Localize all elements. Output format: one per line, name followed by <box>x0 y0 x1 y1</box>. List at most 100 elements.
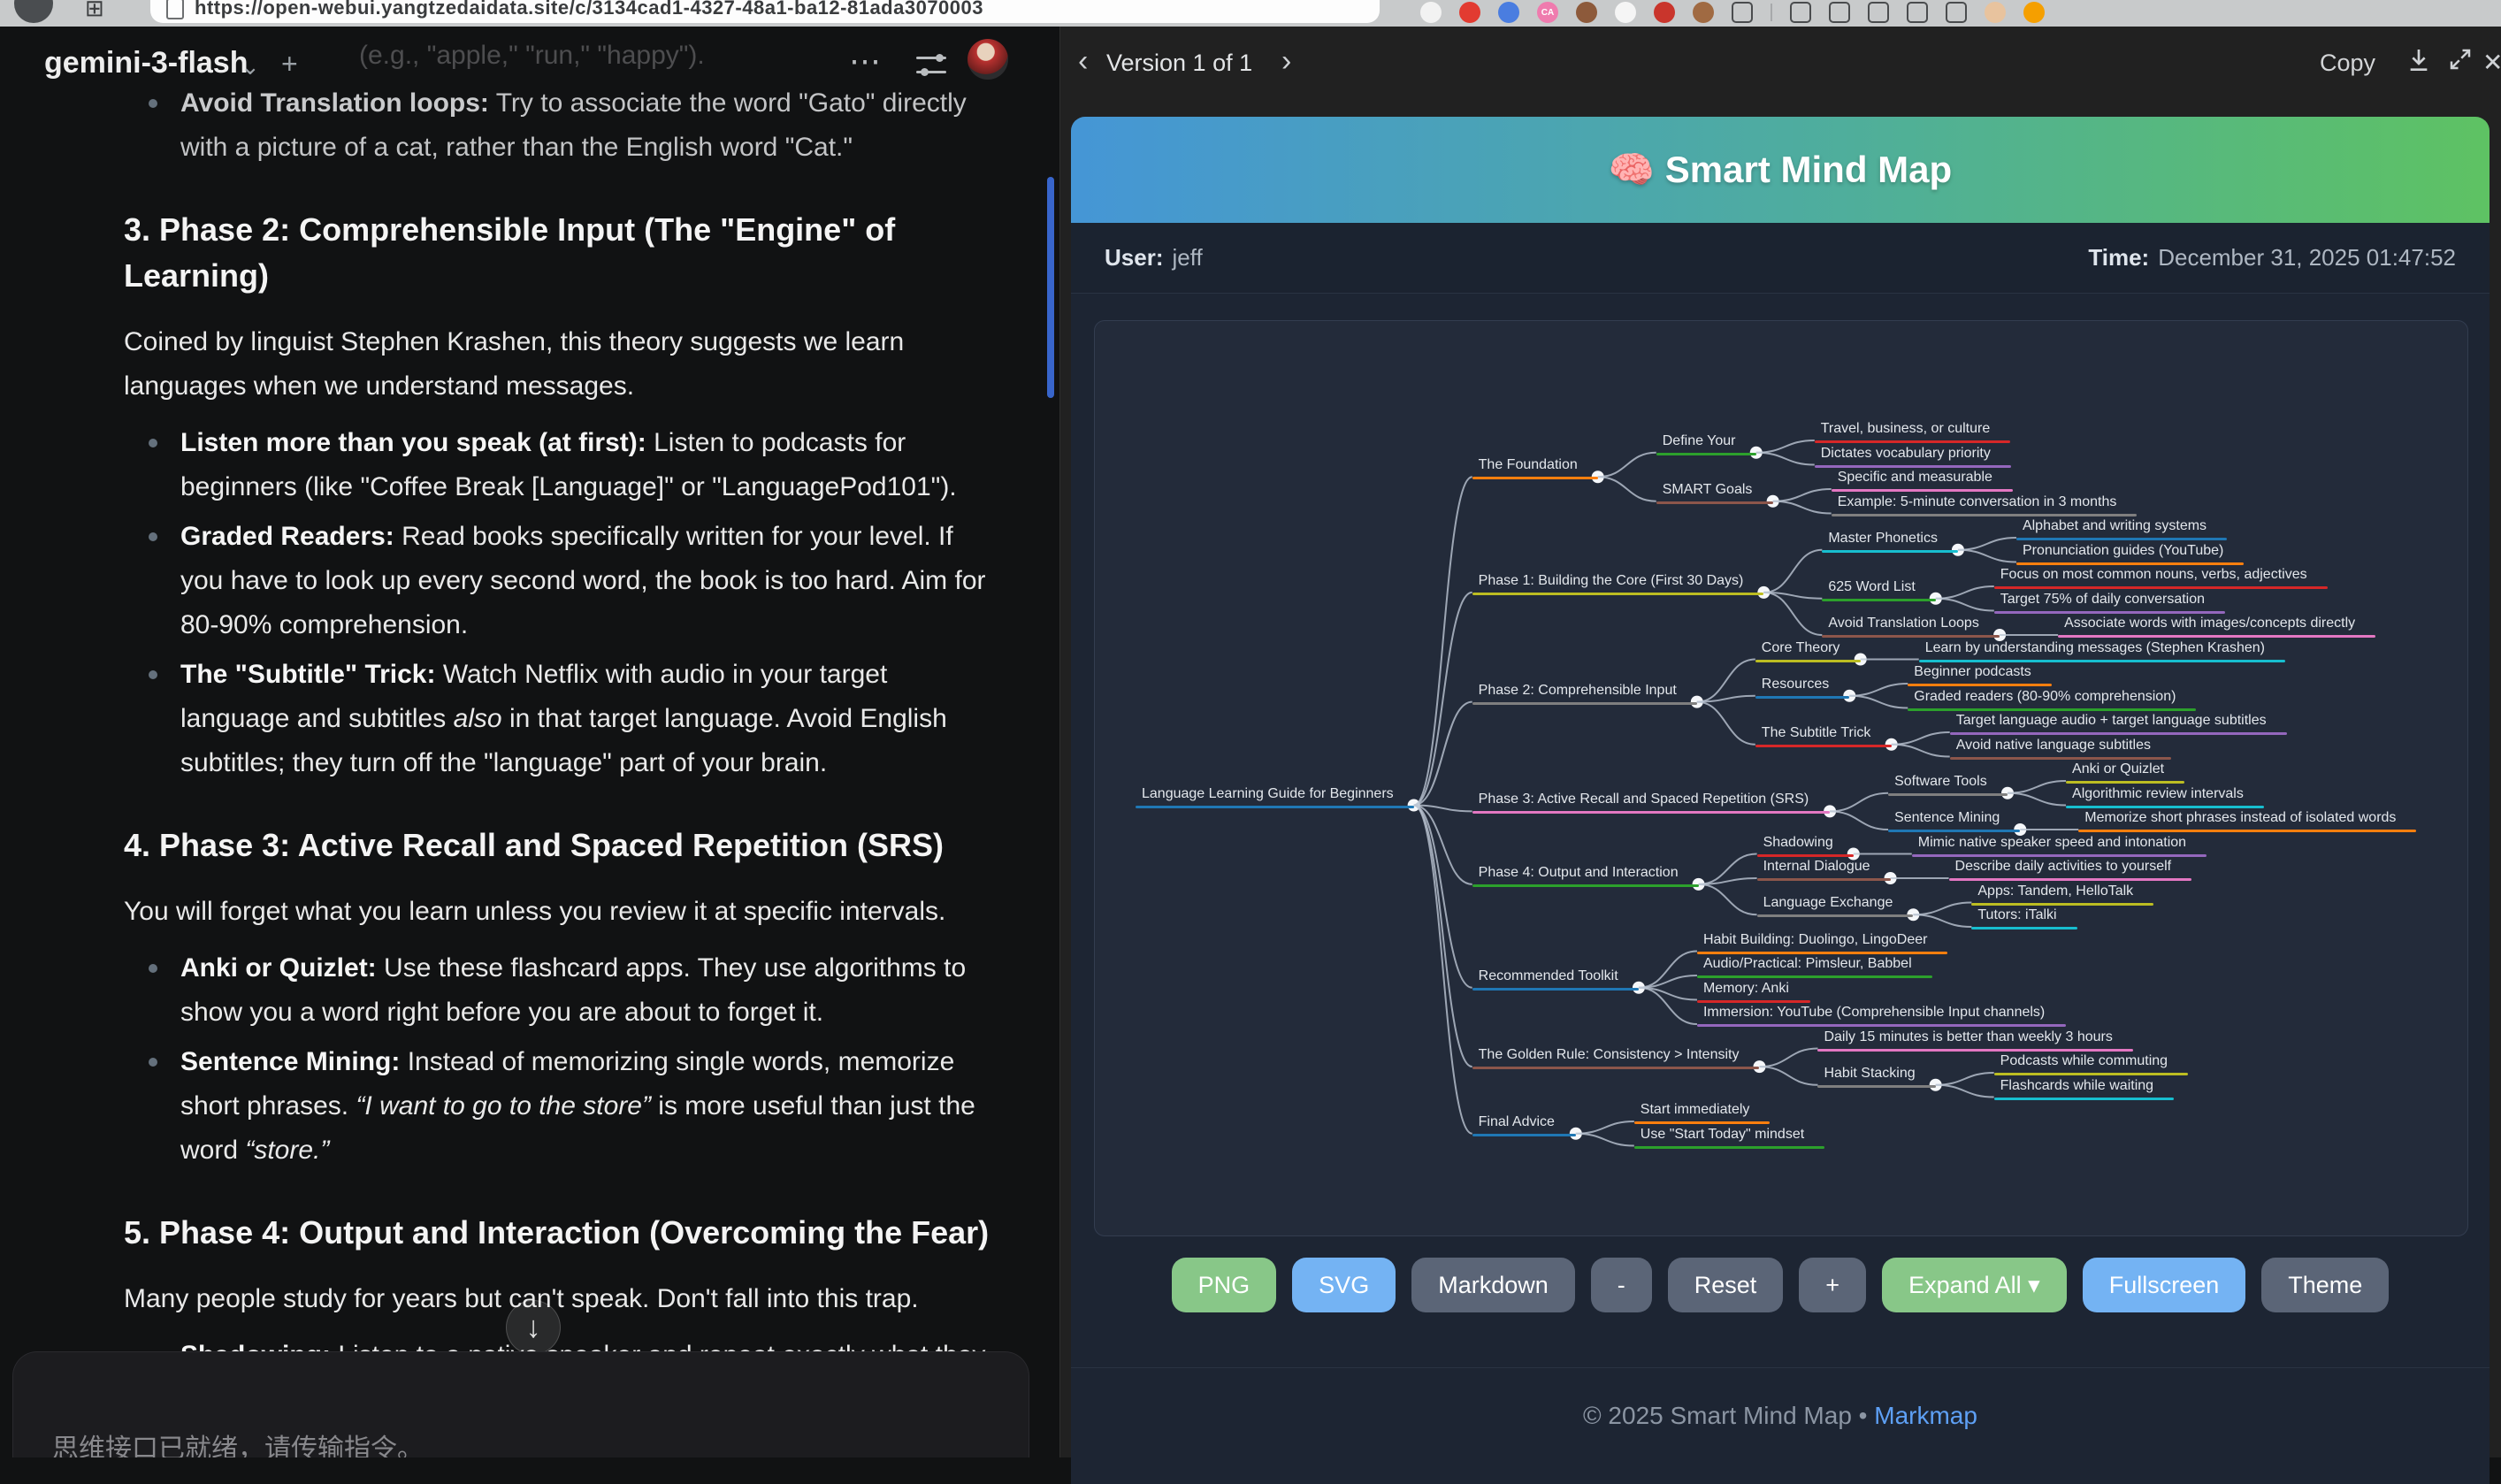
mindmap-node[interactable]: Daily 15 minutes is better than weekly 3… <box>1824 1029 2112 1045</box>
mindmap-node[interactable]: Define Your <box>1663 433 1736 449</box>
mindmap-node[interactable]: Shadowing <box>1763 835 1833 851</box>
mindmap-canvas[interactable]: Language Learning Guide for Beginners The… <box>1094 320 2468 1236</box>
toolbar-button-expand-all[interactable]: Expand All ▾ <box>1882 1258 2067 1312</box>
toolbar-button-png[interactable]: PNG <box>1172 1258 1277 1312</box>
mindmap-node[interactable]: 625 Word List <box>1828 579 1915 595</box>
message-input[interactable]: 思维接口已就绪，请传输指令。 <box>12 1351 1029 1457</box>
mindmap-node[interactable]: Audio/Practical: Pimsleur, Babbel <box>1703 956 1912 972</box>
browser-profile-icon[interactable] <box>14 0 53 23</box>
mindmap-node[interactable]: Apps: Tandem, HelloTalk <box>1977 884 2133 899</box>
extension-avatar-icon[interactable] <box>1985 2 2006 23</box>
toolbar-button-[interactable]: - <box>1591 1258 1652 1312</box>
mindmap-node[interactable]: Immersion: YouTube (Comprehensible Input… <box>1703 1005 2045 1021</box>
extension-red-icon[interactable] <box>1459 2 1480 23</box>
mindmap-node[interactable]: Resources <box>1762 677 1829 692</box>
copy-button[interactable]: Copy <box>2320 50 2375 77</box>
mindmap-node[interactable]: Sentence Mining <box>1894 810 2000 826</box>
extension-white-icon[interactable] <box>1420 2 1442 23</box>
mindmap-node[interactable]: Tutors: iTalki <box>1977 907 2056 923</box>
mindmap-node[interactable]: Target language audio + target language … <box>1956 713 2267 729</box>
extension-tan-icon[interactable] <box>1693 2 1714 23</box>
mindmap-node[interactable]: Phase 2: Comprehensible Input <box>1479 683 1677 699</box>
extension-outline6-icon[interactable] <box>1946 2 1967 23</box>
mindmap-node[interactable]: Recommended Toolkit <box>1479 968 1618 984</box>
download-icon[interactable] <box>2405 46 2433 74</box>
mindmap-node[interactable]: Target 75% of daily conversation <box>2000 592 2205 608</box>
extension-outline2-icon[interactable] <box>1790 2 1811 23</box>
toolbar-button-markdown[interactable]: Markdown <box>1411 1258 1575 1312</box>
user-avatar[interactable] <box>968 39 1008 80</box>
mindmap-node[interactable]: Core Theory <box>1762 640 1840 656</box>
chevron-down-icon[interactable]: ⌄ <box>241 53 260 80</box>
extension-outline4-icon[interactable] <box>1868 2 1889 23</box>
mindmap-node[interactable]: Habit Building: Duolingo, LingoDeer <box>1703 932 1928 948</box>
url-text[interactable]: https://open-webui.yangtzedaidata.site/c… <box>195 0 983 19</box>
mindmap-node[interactable]: Master Phonetics <box>1828 531 1938 547</box>
mindmap-node[interactable]: Use "Start Today" mindset <box>1641 1127 1804 1143</box>
mindmap-node[interactable]: Final Advice <box>1479 1114 1555 1130</box>
mindmap-node[interactable]: Learn by understanding messages (Stephen… <box>1925 640 2265 656</box>
scroll-to-bottom-button[interactable]: ↓ <box>506 1300 561 1355</box>
next-version-button[interactable]: › <box>1281 44 1291 79</box>
toolbar-button-reset[interactable]: Reset <box>1668 1258 1784 1312</box>
mindmap-node[interactable]: Phase 3: Active Recall and Spaced Repeti… <box>1479 792 1809 807</box>
extension-brown-icon[interactable] <box>1576 2 1597 23</box>
fullscreen-icon[interactable] <box>2447 46 2474 73</box>
mindmap-node[interactable]: The Foundation <box>1479 457 1578 473</box>
mindmap-node[interactable]: Memorize short phrases instead of isolat… <box>2084 810 2396 826</box>
mindmap-node[interactable]: Phase 4: Output and Interaction <box>1479 865 1679 881</box>
new-chat-button[interactable]: + <box>281 48 298 80</box>
mindmap-node[interactable]: SMART Goals <box>1663 482 1753 498</box>
controls-icon[interactable] <box>916 55 946 78</box>
mindmap-node[interactable]: Graded readers (80-90% comprehension) <box>1914 689 2176 705</box>
tab-grid-icon[interactable]: ⊞ <box>85 0 104 22</box>
toolbar-button-svg[interactable]: SVG <box>1292 1258 1396 1312</box>
mindmap-node[interactable]: Memory: Anki <box>1703 981 1789 997</box>
mindmap-node[interactable]: Travel, business, or culture <box>1821 421 1990 437</box>
mindmap-node[interactable]: Start immediately <box>1641 1102 1750 1118</box>
mindmap-node[interactable]: Specific and measurable <box>1838 470 1992 486</box>
mindmap-node[interactable]: The Golden Rule: Consistency > Intensity <box>1479 1047 1740 1063</box>
mindmap-node[interactable]: Avoid native language subtitles <box>1956 738 2151 753</box>
markmap-link[interactable]: Markmap <box>1874 1402 1977 1429</box>
extension-outline5-icon[interactable] <box>1907 2 1928 23</box>
mindmap-node[interactable]: Dictates vocabulary priority <box>1821 446 1991 462</box>
mindmap-node[interactable]: Habit Stacking <box>1824 1066 1915 1082</box>
mindmap-node[interactable]: Anki or Quizlet <box>2072 761 2164 777</box>
mindmap-node[interactable]: The Subtitle Trick <box>1762 725 1871 741</box>
scrollbar-thumb[interactable] <box>1047 177 1054 398</box>
mindmap-node[interactable]: Algorithmic review intervals <box>2072 786 2244 802</box>
mindmap-node[interactable]: Phase 1: Building the Core (First 30 Day… <box>1479 573 1744 589</box>
mindmap-node[interactable]: Internal Dialogue <box>1763 859 1870 875</box>
mindmap-node[interactable]: Software Tools <box>1894 774 1987 790</box>
mindmap-node[interactable]: Podcasts while commuting <box>2000 1053 2168 1069</box>
mindmap-node[interactable]: Flashcards while waiting <box>2000 1078 2153 1094</box>
prev-version-button[interactable]: ‹ <box>1078 44 1088 79</box>
mindmap-node[interactable]: Alphabet and writing systems <box>2023 518 2207 534</box>
mindmap-node[interactable]: Example: 5-minute conversation in 3 mont… <box>1838 494 2117 510</box>
model-selector[interactable]: gemini-3-flash <box>44 46 248 80</box>
extension-outline3-icon[interactable] <box>1829 2 1850 23</box>
mindmap-node[interactable]: Describe daily activities to yourself <box>1955 859 2172 875</box>
more-options-icon[interactable]: ⋯ <box>849 42 883 80</box>
toolbar-button-theme[interactable]: Theme <box>2261 1258 2389 1312</box>
mindmap-node[interactable]: Focus on most common nouns, verbs, adjec… <box>2000 567 2307 583</box>
extension-outline1-icon[interactable] <box>1732 2 1753 23</box>
mindmap-node[interactable]: Language Learning Guide for Beginners <box>1142 786 1394 802</box>
mindmap-node[interactable]: Pronunciation guides (YouTube) <box>2023 543 2223 559</box>
toolbar-button-[interactable]: + <box>1799 1258 1866 1312</box>
extension-blue-icon[interactable] <box>1498 2 1519 23</box>
extension-pink-icon[interactable]: CA <box>1537 2 1558 23</box>
mindmap-node[interactable]: Beginner podcasts <box>1914 664 2031 680</box>
mindmap-node[interactable]: Language Exchange <box>1763 895 1893 911</box>
app-header-banner: 🧠 Smart Mind Map <box>1071 117 2490 223</box>
mindmap-node[interactable]: Avoid Translation Loops <box>1828 616 1978 631</box>
address-bar[interactable]: https://open-webui.yangtzedaidata.site/c… <box>150 0 1380 23</box>
extension-white2-icon[interactable] <box>1615 2 1636 23</box>
mindmap-node[interactable]: Associate words with images/concepts dir… <box>2064 616 2355 631</box>
close-icon[interactable]: ✕ <box>2482 48 2501 77</box>
mindmap-node[interactable]: Mimic native speaker speed and intonatio… <box>1918 835 2186 851</box>
toolbar-button-fullscreen[interactable]: Fullscreen <box>2083 1258 2246 1312</box>
extension-orange-icon[interactable] <box>2023 2 2045 23</box>
extension-redsquare-icon[interactable] <box>1654 2 1675 23</box>
